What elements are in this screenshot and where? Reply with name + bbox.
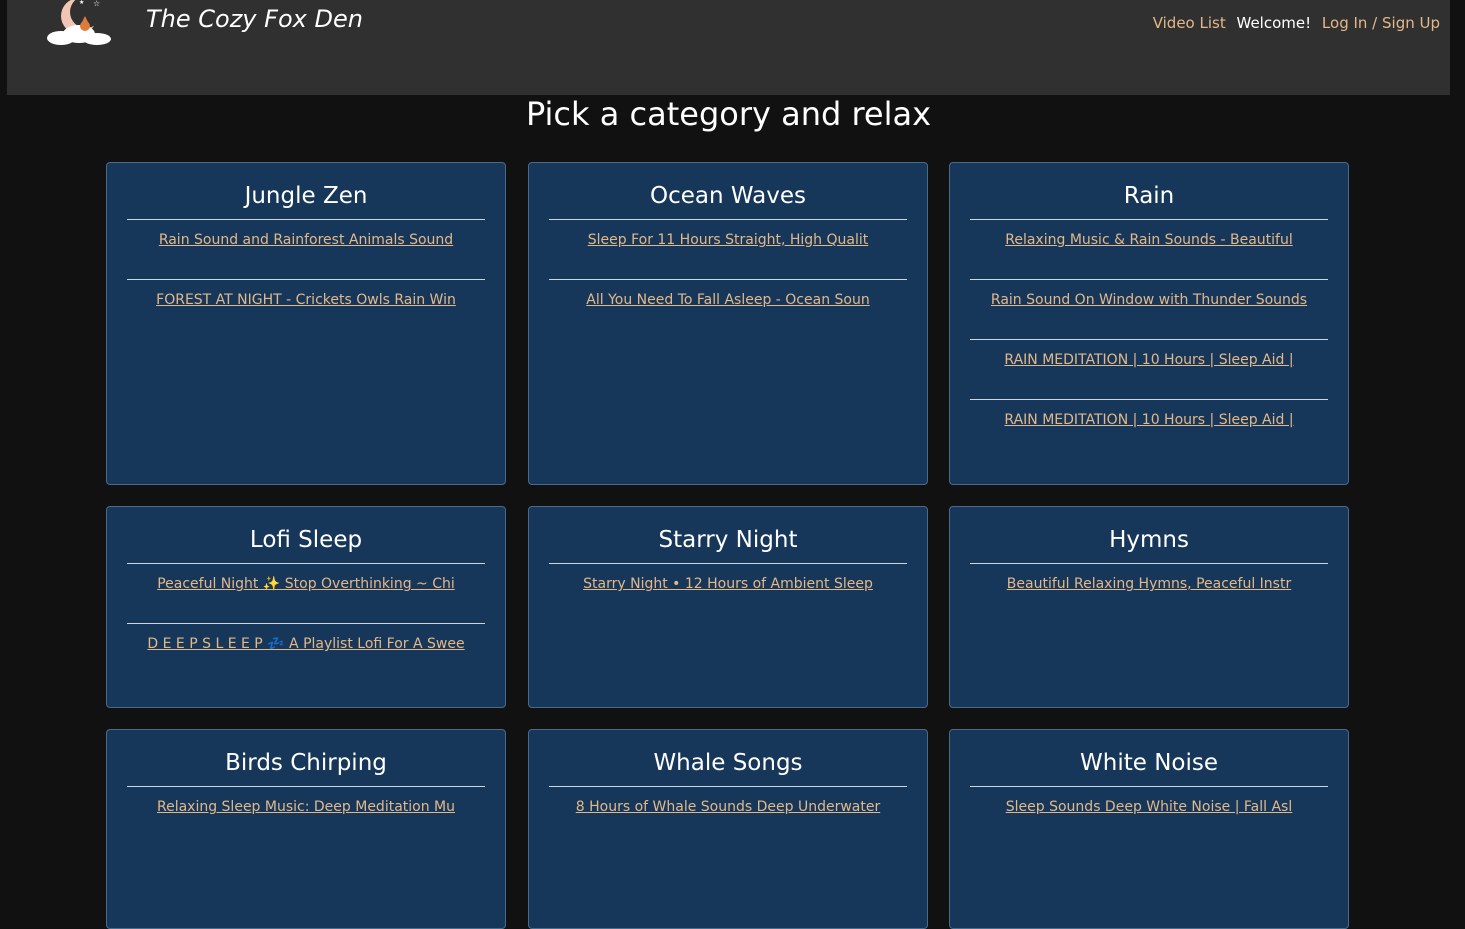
video-list: Rain Sound and Rainforest Animals Sound F… xyxy=(127,220,485,340)
list-item: D E E P S L E E P 💤 A Playlist Lofi For … xyxy=(127,624,485,684)
video-list: Beautiful Relaxing Hymns, Peaceful Instr xyxy=(970,564,1328,624)
video-link[interactable]: Beautiful Relaxing Hymns, Peaceful Instr xyxy=(1007,576,1291,592)
top-navbar: ☆ ★ The Cozy Fox Den Video List Welcome!… xyxy=(7,0,1450,95)
video-list: Sleep Sounds Deep White Noise | Fall Asl xyxy=(970,787,1328,847)
video-list: Peaceful Night ✨ Stop Overthinking ~ Chi… xyxy=(127,564,485,684)
list-item: RAIN MEDITATION | 10 Hours | Sleep Aid | xyxy=(970,400,1328,460)
video-link[interactable]: RAIN MEDITATION | 10 Hours | Sleep Aid | xyxy=(1004,352,1293,368)
category-card: Lofi Sleep Peaceful Night ✨ Stop Overthin… xyxy=(106,506,506,708)
video-link[interactable]: Rain Sound and Rainforest Animals Sound xyxy=(159,232,453,248)
video-link[interactable]: Starry Night • 12 Hours of Ambient Sleep xyxy=(583,576,873,592)
video-list: Relaxing Sleep Music: Deep Meditation Mu xyxy=(127,787,485,847)
list-item: Beautiful Relaxing Hymns, Peaceful Instr xyxy=(970,564,1328,624)
video-link[interactable]: Peaceful Night ✨ Stop Overthinking ~ Chi xyxy=(157,576,455,592)
top-nav: Video List Welcome! Log In / Sign Up xyxy=(1147,14,1440,32)
page-heading: Pick a category and relax xyxy=(525,95,932,133)
fox-moon-logo[interactable]: ☆ ★ xyxy=(31,0,119,50)
category-card: Whale Songs 8 Hours of Whale Sounds Deep … xyxy=(528,729,928,929)
site-title[interactable]: The Cozy Fox Den xyxy=(146,5,363,33)
nav-video-list-link[interactable]: Video List xyxy=(1153,14,1226,32)
video-list: Starry Night • 12 Hours of Ambient Sleep xyxy=(549,564,907,624)
list-item: FOREST AT NIGHT - Crickets Owls Rain Win xyxy=(127,280,485,340)
video-link[interactable]: Rain Sound On Window with Thunder Sounds xyxy=(991,292,1307,308)
list-item: Sleep For 11 Hours Straight, High Qualit xyxy=(549,220,907,280)
category-title: Lofi Sleep xyxy=(127,527,485,564)
category-title: Starry Night xyxy=(549,527,907,564)
category-title: Ocean Waves xyxy=(549,183,907,220)
video-link[interactable]: All You Need To Fall Asleep - Ocean Soun xyxy=(586,292,869,308)
category-card: Ocean Waves Sleep For 11 Hours Straight, … xyxy=(528,162,928,485)
category-card: Starry Night Starry Night • 12 Hours of A… xyxy=(528,506,928,708)
list-item: Relaxing Music & Rain Sounds - Beautiful xyxy=(970,220,1328,280)
video-link[interactable]: 8 Hours of Whale Sounds Deep Underwater xyxy=(576,799,880,815)
video-link[interactable]: FOREST AT NIGHT - Crickets Owls Rain Win xyxy=(156,292,456,308)
category-title: Whale Songs xyxy=(549,750,907,787)
category-card: Rain Relaxing Music & Rain Sounds - Beaut… xyxy=(949,162,1349,485)
list-item: 8 Hours of Whale Sounds Deep Underwater xyxy=(549,787,907,847)
video-list: Relaxing Music & Rain Sounds - Beautiful… xyxy=(970,220,1328,460)
category-title: White Noise xyxy=(970,750,1328,787)
category-card: Birds Chirping Relaxing Sleep Music: Deep… xyxy=(106,729,506,929)
category-title: Hymns xyxy=(970,527,1328,564)
video-link[interactable]: D E E P S L E E P 💤 A Playlist Lofi For … xyxy=(147,636,464,652)
list-item: Relaxing Sleep Music: Deep Meditation Mu xyxy=(127,787,485,847)
list-item: Peaceful Night ✨ Stop Overthinking ~ Chi xyxy=(127,564,485,624)
video-link[interactable]: Sleep Sounds Deep White Noise | Fall Asl xyxy=(1006,799,1292,815)
video-link[interactable]: RAIN MEDITATION | 10 Hours | Sleep Aid | xyxy=(1004,412,1293,428)
list-item: RAIN MEDITATION | 10 Hours | Sleep Aid | xyxy=(970,340,1328,400)
list-item: Starry Night • 12 Hours of Ambient Sleep xyxy=(549,564,907,624)
list-item: Rain Sound and Rainforest Animals Sound xyxy=(127,220,485,280)
video-list: 8 Hours of Whale Sounds Deep Underwater xyxy=(549,787,907,847)
video-link[interactable]: Sleep For 11 Hours Straight, High Qualit xyxy=(588,232,869,248)
category-card: Hymns Beautiful Relaxing Hymns, Peaceful … xyxy=(949,506,1349,708)
category-title: Birds Chirping xyxy=(127,750,485,787)
nav-login-signup-link[interactable]: Log In / Sign Up xyxy=(1322,14,1440,32)
category-card: White Noise Sleep Sounds Deep White Noise… xyxy=(949,729,1349,929)
nav-welcome-text: Welcome! xyxy=(1236,14,1312,32)
list-item: All You Need To Fall Asleep - Ocean Soun xyxy=(549,280,907,340)
video-link[interactable]: Relaxing Sleep Music: Deep Meditation Mu xyxy=(157,799,455,815)
video-list: Sleep For 11 Hours Straight, High Qualit… xyxy=(549,220,907,340)
category-card: Jungle Zen Rain Sound and Rainforest Anim… xyxy=(106,162,506,485)
svg-text:☆: ☆ xyxy=(93,0,100,8)
video-link[interactable]: Relaxing Music & Rain Sounds - Beautiful xyxy=(1005,232,1293,248)
list-item: Sleep Sounds Deep White Noise | Fall Asl xyxy=(970,787,1328,847)
svg-text:★: ★ xyxy=(79,0,84,6)
category-title: Rain xyxy=(970,183,1328,220)
list-item: Rain Sound On Window with Thunder Sounds xyxy=(970,280,1328,340)
category-title: Jungle Zen xyxy=(127,183,485,220)
